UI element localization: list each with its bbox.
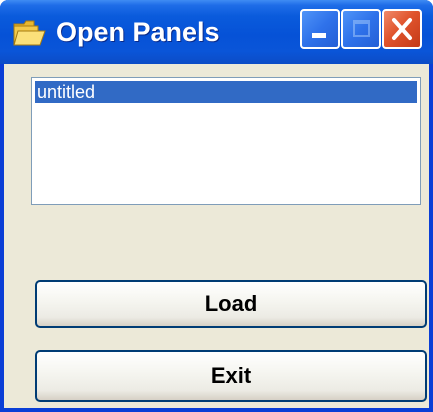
folder-icon — [13, 20, 46, 46]
maximize-button[interactable] — [341, 9, 381, 49]
close-icon — [392, 18, 412, 40]
open-panels-window: Open Panels untitled Load Exit — [0, 0, 433, 412]
window-title: Open Panels — [56, 17, 220, 47]
maximize-icon — [353, 20, 370, 37]
minimize-icon — [312, 33, 326, 38]
title-bar[interactable]: Open Panels — [0, 0, 433, 64]
list-item-untitled[interactable]: untitled — [35, 81, 417, 103]
load-button[interactable]: Load — [35, 280, 427, 328]
exit-button[interactable]: Exit — [35, 350, 427, 402]
panel-listbox[interactable]: untitled — [31, 77, 421, 205]
minimize-button[interactable] — [300, 9, 340, 49]
close-button[interactable] — [382, 9, 422, 49]
